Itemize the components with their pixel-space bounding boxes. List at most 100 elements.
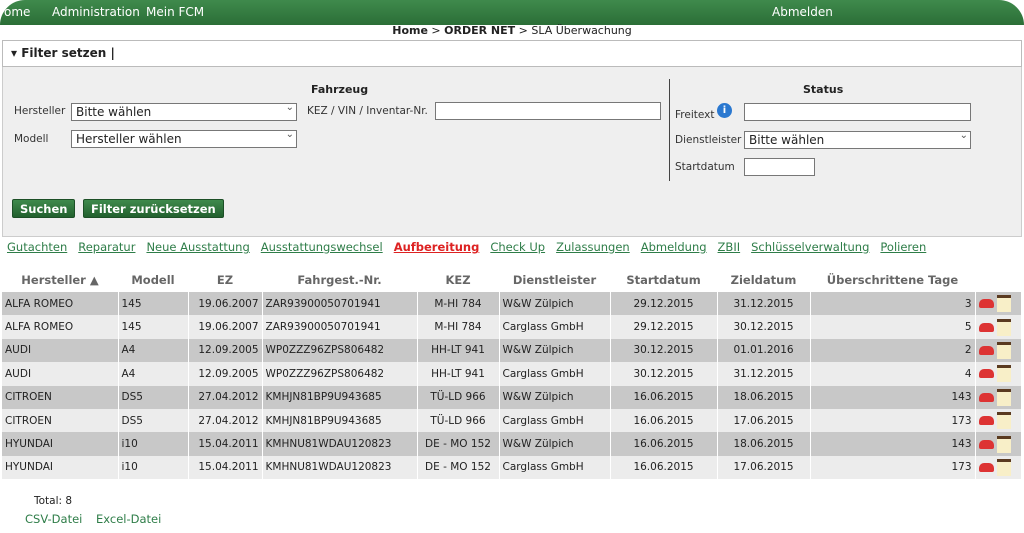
- table-row[interactable]: AUDI A4 12.09.2005 WP0ZZZ96ZPS806482 HH-LT 9…: [2, 338, 1022, 363]
- breadcrumb-sep: >: [431, 24, 441, 37]
- table-cell: 17.06.2015: [717, 455, 811, 480]
- table-cell: ZAR93900050701941: [262, 292, 418, 316]
- table-cell: CITROEN: [2, 385, 119, 409]
- sla-table: Hersteller ▲ Modell EZ Fahrgest.-Nr. KEZ Dien…: [2, 268, 1022, 480]
- search-button[interactable]: Suchen: [12, 199, 76, 218]
- table-cell: Carglass GmbH: [499, 315, 611, 339]
- table-cell: 12.09.2005: [188, 362, 263, 386]
- table-cell: ZAR93900050701941: [262, 315, 418, 339]
- car-icon[interactable]: [978, 392, 994, 402]
- freitext-input[interactable]: [744, 103, 971, 121]
- tab-aufbereitung[interactable]: Aufbereitung: [394, 240, 480, 254]
- table-row[interactable]: CITROEN DS5 27.04.2012 KMHJN81BP9U943685 TÜ-…: [2, 385, 1022, 409]
- table-cell: 29.12.2015: [610, 315, 718, 339]
- table-cell: 2: [810, 338, 976, 363]
- tab-zulassungen[interactable]: Zulassungen: [556, 240, 630, 254]
- column-header[interactable]: Dienstleister: [499, 268, 610, 292]
- tab-gutachten[interactable]: Gutachten: [7, 240, 67, 254]
- table-row[interactable]: ALFA ROMEO 145 19.06.2007 ZAR93900050701941…: [2, 292, 1022, 316]
- column-header[interactable]: Hersteller ▲: [2, 268, 118, 292]
- caret-down-icon: ▾: [11, 46, 18, 60]
- row-actions: [975, 408, 1022, 433]
- table-cell: M-HI 784: [417, 315, 500, 339]
- column-header[interactable]: Überschrittene Tage: [810, 268, 975, 292]
- column-header[interactable]: KEZ: [417, 268, 499, 292]
- table-cell: HH-LT 941: [417, 362, 500, 386]
- row-actions: [975, 432, 1022, 456]
- table-cell: 18.06.2015: [717, 432, 811, 456]
- startdatum-input[interactable]: [744, 158, 815, 176]
- dienstleister-select[interactable]: Bitte wählen: [744, 130, 971, 149]
- filter-panel: Fahrzeug Hersteller Bitte wählen KEZ / V…: [2, 67, 1022, 237]
- table-row[interactable]: AUDI A4 12.09.2005 WP0ZZZ96ZPS806482 HH-LT 9…: [2, 362, 1022, 386]
- table-row[interactable]: CITROEN DS5 27.04.2012 KMHJN81BP9U943685 TÜ-…: [2, 408, 1022, 433]
- table-cell: 30.12.2015: [717, 315, 811, 339]
- table-cell: i10: [118, 432, 189, 456]
- notepad-icon[interactable]: [996, 318, 1011, 336]
- nav-home[interactable]: ome: [4, 5, 30, 19]
- row-actions: [975, 338, 1022, 363]
- fahrzeug-heading: Fahrzeug: [311, 83, 369, 96]
- tab-check-up[interactable]: Check Up: [490, 240, 545, 254]
- car-icon[interactable]: [978, 299, 994, 309]
- kez-label: KEZ / VIN / Inventar-Nr.: [307, 105, 428, 117]
- nav-administration[interactable]: Administration: [52, 5, 140, 19]
- modell-select[interactable]: Hersteller wählen: [71, 129, 297, 148]
- tab-reparatur[interactable]: Reparatur: [78, 240, 135, 254]
- table-cell: KMHNU81WDAU120823: [262, 432, 418, 456]
- table-row[interactable]: HYUNDAI i10 15.04.2011 KMHNU81WDAU120823 DE …: [2, 432, 1022, 456]
- logout-link[interactable]: Abmelden: [772, 5, 833, 19]
- notepad-icon[interactable]: [996, 412, 1011, 430]
- car-icon[interactable]: [978, 416, 994, 426]
- car-icon[interactable]: [978, 462, 994, 472]
- table-cell: 16.06.2015: [610, 455, 718, 480]
- hersteller-select[interactable]: Bitte wählen: [71, 102, 297, 121]
- notepad-icon[interactable]: [996, 458, 1011, 476]
- table-cell: 173: [810, 408, 976, 433]
- filter-toggle[interactable]: ▾ Filter setzen |: [2, 40, 1022, 67]
- breadcrumb-sep: >: [518, 24, 528, 37]
- tab-neue-ausstattung[interactable]: Neue Ausstattung: [146, 240, 249, 254]
- notepad-icon[interactable]: [996, 295, 1011, 313]
- row-actions: [975, 362, 1022, 386]
- column-header[interactable]: Modell: [118, 268, 188, 292]
- table-cell: 173: [810, 455, 976, 480]
- reset-filter-button[interactable]: Filter zurücksetzen: [83, 199, 224, 218]
- car-icon[interactable]: [978, 369, 994, 379]
- table-cell: TÜ-LD 966: [417, 408, 500, 433]
- kez-input[interactable]: [435, 102, 661, 120]
- table-cell: CITROEN: [2, 408, 119, 433]
- table-cell: 145: [118, 315, 189, 339]
- column-header[interactable]: Fahrgest.-Nr.: [262, 268, 417, 292]
- column-header[interactable]: Zieldatum: [717, 268, 810, 292]
- tab-schlüsselverwaltung[interactable]: Schlüsselverwaltung: [751, 240, 869, 254]
- total-count: Total: 8: [34, 495, 73, 507]
- car-icon[interactable]: [978, 322, 994, 332]
- column-header[interactable]: EZ: [188, 268, 262, 292]
- tab-ausstattungswechsel[interactable]: Ausstattungswechsel: [261, 240, 383, 254]
- table-row[interactable]: HYUNDAI i10 15.04.2011 KMHNU81WDAU120823 DE …: [2, 455, 1022, 480]
- table-cell: HH-LT 941: [417, 338, 500, 363]
- breadcrumb-home[interactable]: Home: [392, 24, 428, 37]
- table-cell: W&W Zülpich: [499, 292, 611, 316]
- tab-zbii[interactable]: ZBII: [718, 240, 741, 254]
- breadcrumb-section[interactable]: ORDER NET: [444, 24, 515, 37]
- export-links: CSV-Datei Excel-Datei: [25, 512, 171, 526]
- notepad-icon[interactable]: [996, 388, 1011, 406]
- car-icon[interactable]: [978, 439, 994, 449]
- status-heading: Status: [803, 83, 844, 96]
- tab-abmeldung[interactable]: Abmeldung: [641, 240, 707, 254]
- nav-mein-fcm[interactable]: Mein FCM: [146, 5, 204, 19]
- hersteller-label: Hersteller: [14, 105, 66, 117]
- notepad-icon[interactable]: [996, 341, 1011, 359]
- car-icon[interactable]: [978, 345, 994, 355]
- excel-export-link[interactable]: Excel-Datei: [96, 512, 161, 526]
- info-icon[interactable]: i: [717, 103, 732, 118]
- notepad-icon[interactable]: [996, 365, 1011, 383]
- tab-polieren[interactable]: Polieren: [880, 240, 926, 254]
- table-row[interactable]: ALFA ROMEO 145 19.06.2007 ZAR93900050701941…: [2, 315, 1022, 339]
- notepad-icon[interactable]: [996, 435, 1011, 453]
- csv-export-link[interactable]: CSV-Datei: [25, 512, 82, 526]
- table-cell: 145: [118, 292, 189, 316]
- column-header[interactable]: Startdatum: [610, 268, 717, 292]
